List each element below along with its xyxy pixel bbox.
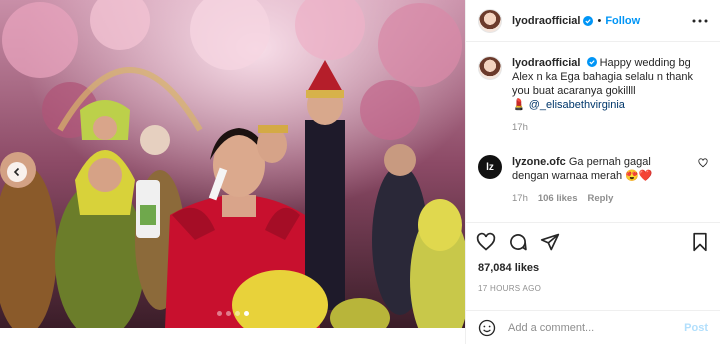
carousel-prev-button[interactable] <box>7 162 27 182</box>
author-username[interactable]: lyodraofficial <box>512 15 580 27</box>
carousel-indicator <box>0 311 465 316</box>
comment-likes[interactable]: 106 likes <box>538 192 578 206</box>
caption-time: 17h <box>512 122 528 133</box>
author-avatar[interactable] <box>478 8 502 33</box>
share-icon[interactable] <box>540 232 560 252</box>
comment-heart-icon[interactable] <box>698 158 708 168</box>
post-timestamp: 17 HOURS AGO <box>478 284 542 293</box>
verified-icon <box>586 57 597 67</box>
caption: lyodraofficial Happy wedding bg Alex n k… <box>478 56 708 135</box>
comments-list[interactable]: lyodraofficial Happy wedding bg Alex n k… <box>466 42 720 220</box>
commenter-username[interactable]: lyzone.ofc <box>512 156 566 168</box>
emoji-icon[interactable] <box>478 319 496 337</box>
more-icon[interactable] <box>692 19 708 23</box>
caption-emoji: 💄 <box>512 99 526 111</box>
post-header: lyodraofficial • Follow <box>466 0 720 42</box>
post-comment-button[interactable]: Post <box>684 322 708 334</box>
instagram-post-view: lyodraofficial • Follow lyodraofficial H… <box>0 0 720 344</box>
post-media[interactable] <box>0 0 465 328</box>
comment-icon[interactable] <box>508 232 528 252</box>
heart-icon[interactable] <box>476 232 496 252</box>
action-bar <box>466 222 720 260</box>
comment-time: 17h <box>512 193 528 204</box>
follow-button[interactable]: Follow <box>605 15 640 27</box>
comment-composer: Post <box>466 310 720 344</box>
comment-input[interactable] <box>508 321 673 334</box>
header-separator: • <box>597 14 602 27</box>
caption-avatar[interactable] <box>478 56 502 80</box>
caption-username[interactable]: lyodraofficial <box>512 57 580 69</box>
like-count[interactable]: 87,084 likes <box>478 262 539 274</box>
reply-button[interactable]: Reply <box>587 192 613 206</box>
comment-item: lz lyzone.ofc Ga pernah gagal dengan war… <box>478 155 708 206</box>
carousel-dot <box>243 311 249 316</box>
carousel-dot <box>216 311 222 316</box>
caption-mention[interactable]: @_elisabethvirginia <box>529 99 625 111</box>
commenter-avatar[interactable]: lz <box>478 155 502 179</box>
bookmark-icon[interactable] <box>690 232 710 252</box>
post-side-panel: lyodraofficial • Follow lyodraofficial H… <box>465 0 720 344</box>
carousel-dot <box>225 311 231 316</box>
wedding-stage-photo <box>0 0 465 328</box>
chevron-left-icon <box>13 167 20 177</box>
carousel-dot <box>234 311 240 316</box>
verified-icon <box>583 15 594 26</box>
